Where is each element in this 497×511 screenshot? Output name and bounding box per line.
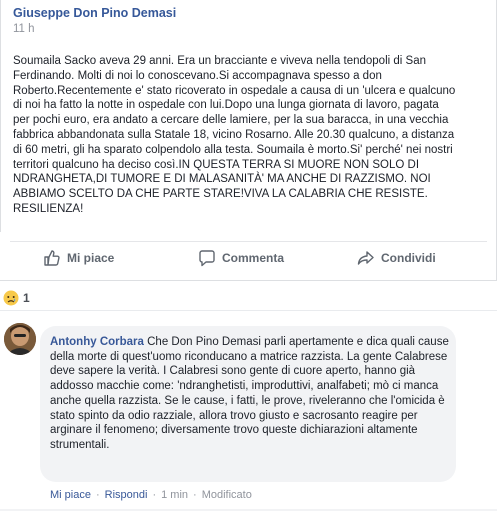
comment-body-text: Che Don Pino Demasi parli apertamente e … [50, 336, 449, 451]
comment-button-label: Commenta [222, 251, 285, 265]
reactions-divider [0, 310, 497, 311]
meta-separator: · [193, 489, 197, 501]
post-timestamp[interactable]: 11 h [13, 23, 35, 35]
comment-content: Antonhy Corbara Che Don Pino Demasi parl… [50, 335, 450, 453]
post-bottom-border [0, 280, 497, 281]
post-card: Giuseppe Don Pino Demasi 11 h Soumaila S… [0, 0, 497, 285]
comment-author-name[interactable]: Antonhy Corbara [50, 336, 144, 348]
like-button[interactable]: Mi piace [43, 249, 114, 267]
post-action-bar: Mi piace Commenta Condividi [0, 246, 497, 272]
like-button-label: Mi piace [67, 251, 115, 265]
comment-actions: Mi piace · Rispondi · 1 min · Modificato [50, 489, 252, 501]
comment-like-link[interactable]: Mi piace [50, 489, 91, 501]
thumbs-up-icon [44, 250, 60, 266]
reactions-summary[interactable]: 1 [3, 290, 30, 306]
sad-face-icon [3, 290, 19, 306]
post-body-text: Soumaila Sacko aveva 29 anni. Era un bra… [13, 55, 456, 215]
comment-reply-link[interactable]: Rispondi [105, 489, 148, 501]
comment-button[interactable]: Commenta [198, 249, 284, 267]
meta-separator: · [95, 489, 100, 501]
share-button[interactable]: Condividi [357, 249, 436, 267]
speech-bubble-icon [199, 250, 215, 267]
post-left-border [0, 0, 1, 232]
share-button-label: Condividi [381, 251, 436, 265]
reactions-count: 1 [23, 291, 30, 305]
comment-timestamp[interactable]: 1 min [161, 489, 188, 501]
meta-separator: · [152, 489, 157, 501]
share-arrow-icon [357, 251, 374, 265]
post-author-name[interactable]: Giuseppe Don Pino Demasi [13, 6, 176, 20]
comment-edited-label[interactable]: Modificato [202, 489, 252, 501]
actions-divider [10, 241, 487, 242]
profile-photo-icon [4, 323, 36, 355]
avatar[interactable] [4, 323, 36, 355]
